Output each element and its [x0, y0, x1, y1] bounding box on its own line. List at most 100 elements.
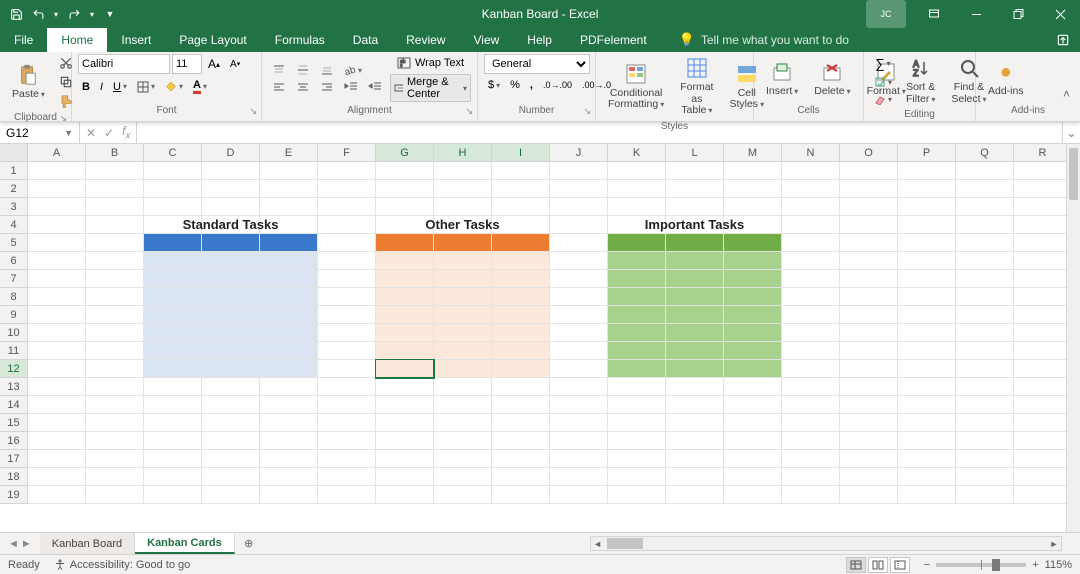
cell[interactable]	[608, 198, 666, 216]
cell[interactable]	[376, 486, 434, 504]
save-icon[interactable]	[8, 6, 24, 22]
row-header[interactable]: 10	[0, 324, 28, 342]
cell[interactable]	[492, 432, 550, 450]
cell[interactable]	[318, 234, 376, 252]
cell[interactable]	[86, 216, 144, 234]
tab-formulas[interactable]: Formulas	[261, 28, 339, 52]
font-color-button[interactable]: A	[189, 77, 211, 96]
cell[interactable]	[376, 432, 434, 450]
cell[interactable]	[956, 252, 1014, 270]
cell[interactable]	[434, 252, 492, 270]
cell[interactable]	[492, 342, 550, 360]
cell[interactable]	[260, 216, 318, 234]
fill-button[interactable]	[870, 74, 896, 90]
cell[interactable]	[782, 306, 840, 324]
decrease-indent-button[interactable]	[340, 79, 362, 95]
cell[interactable]	[608, 360, 666, 378]
name-box-dropdown-icon[interactable]: ▼	[64, 128, 73, 138]
new-sheet-button[interactable]: ⊕	[235, 533, 263, 554]
cell[interactable]	[956, 396, 1014, 414]
cell[interactable]	[666, 342, 724, 360]
cell[interactable]	[608, 414, 666, 432]
close-button[interactable]	[1040, 0, 1080, 28]
cell[interactable]	[492, 378, 550, 396]
cell[interactable]	[550, 216, 608, 234]
tab-review[interactable]: Review	[392, 28, 459, 52]
vertical-scrollbar[interactable]	[1066, 144, 1080, 532]
row-header[interactable]: 18	[0, 468, 28, 486]
cell[interactable]	[724, 414, 782, 432]
cell[interactable]	[1014, 342, 1072, 360]
cell[interactable]	[782, 342, 840, 360]
number-format-select[interactable]: General	[484, 54, 590, 74]
cell[interactable]	[260, 360, 318, 378]
cell[interactable]	[434, 162, 492, 180]
cell[interactable]	[782, 468, 840, 486]
cell[interactable]	[144, 180, 202, 198]
cell[interactable]	[434, 234, 492, 252]
cell[interactable]	[782, 396, 840, 414]
cell[interactable]	[434, 414, 492, 432]
zoom-out-button[interactable]: −	[924, 559, 930, 571]
cell[interactable]	[376, 450, 434, 468]
cell[interactable]	[86, 234, 144, 252]
column-header[interactable]: L	[666, 144, 724, 162]
cell[interactable]	[898, 270, 956, 288]
cell[interactable]	[202, 270, 260, 288]
cell[interactable]	[202, 360, 260, 378]
cell[interactable]	[202, 342, 260, 360]
cell[interactable]	[28, 414, 86, 432]
collapse-ribbon-button[interactable]: ˄	[1059, 85, 1074, 103]
cell[interactable]	[840, 216, 898, 234]
cell[interactable]	[956, 306, 1014, 324]
cell[interactable]	[840, 468, 898, 486]
cell[interactable]	[86, 162, 144, 180]
worksheet-grid[interactable]: ABCDEFGHIJKLMNOPQR1234Standard TasksOthe…	[0, 144, 1080, 532]
cell[interactable]	[492, 306, 550, 324]
cell[interactable]	[898, 396, 956, 414]
cell[interactable]	[202, 252, 260, 270]
column-header[interactable]: R	[1014, 144, 1072, 162]
cell[interactable]	[376, 198, 434, 216]
cell[interactable]	[666, 468, 724, 486]
cell[interactable]	[1014, 288, 1072, 306]
cell[interactable]	[376, 252, 434, 270]
cancel-formula-icon[interactable]: ✕	[86, 126, 96, 140]
cell[interactable]	[956, 378, 1014, 396]
cell[interactable]	[1014, 198, 1072, 216]
cell[interactable]	[28, 198, 86, 216]
cell[interactable]	[434, 324, 492, 342]
cell[interactable]	[144, 396, 202, 414]
cell[interactable]	[840, 414, 898, 432]
increase-font-button[interactable]: A▴	[204, 55, 224, 73]
cell[interactable]	[782, 378, 840, 396]
cell[interactable]	[550, 378, 608, 396]
tab-pdfelement[interactable]: PDFelement	[566, 28, 661, 52]
cell[interactable]	[840, 432, 898, 450]
cell[interactable]	[608, 378, 666, 396]
cell[interactable]	[202, 180, 260, 198]
cell[interactable]	[724, 450, 782, 468]
cell[interactable]	[434, 288, 492, 306]
cell[interactable]	[550, 288, 608, 306]
cell[interactable]	[1014, 396, 1072, 414]
cell[interactable]	[666, 324, 724, 342]
column-header[interactable]: Q	[956, 144, 1014, 162]
cell[interactable]	[1014, 432, 1072, 450]
cell[interactable]	[956, 360, 1014, 378]
cell[interactable]	[666, 198, 724, 216]
cell[interactable]	[724, 378, 782, 396]
cell[interactable]	[608, 396, 666, 414]
cell[interactable]	[86, 342, 144, 360]
cell[interactable]	[318, 162, 376, 180]
cell[interactable]	[1014, 306, 1072, 324]
cell[interactable]	[86, 396, 144, 414]
hscroll-right-icon[interactable]: ►	[1047, 539, 1061, 549]
enter-formula-icon[interactable]: ✓	[104, 126, 114, 140]
cell[interactable]	[28, 432, 86, 450]
cell[interactable]	[434, 432, 492, 450]
cell[interactable]	[318, 486, 376, 504]
cell[interactable]	[86, 324, 144, 342]
cell[interactable]	[492, 198, 550, 216]
cell[interactable]	[318, 468, 376, 486]
